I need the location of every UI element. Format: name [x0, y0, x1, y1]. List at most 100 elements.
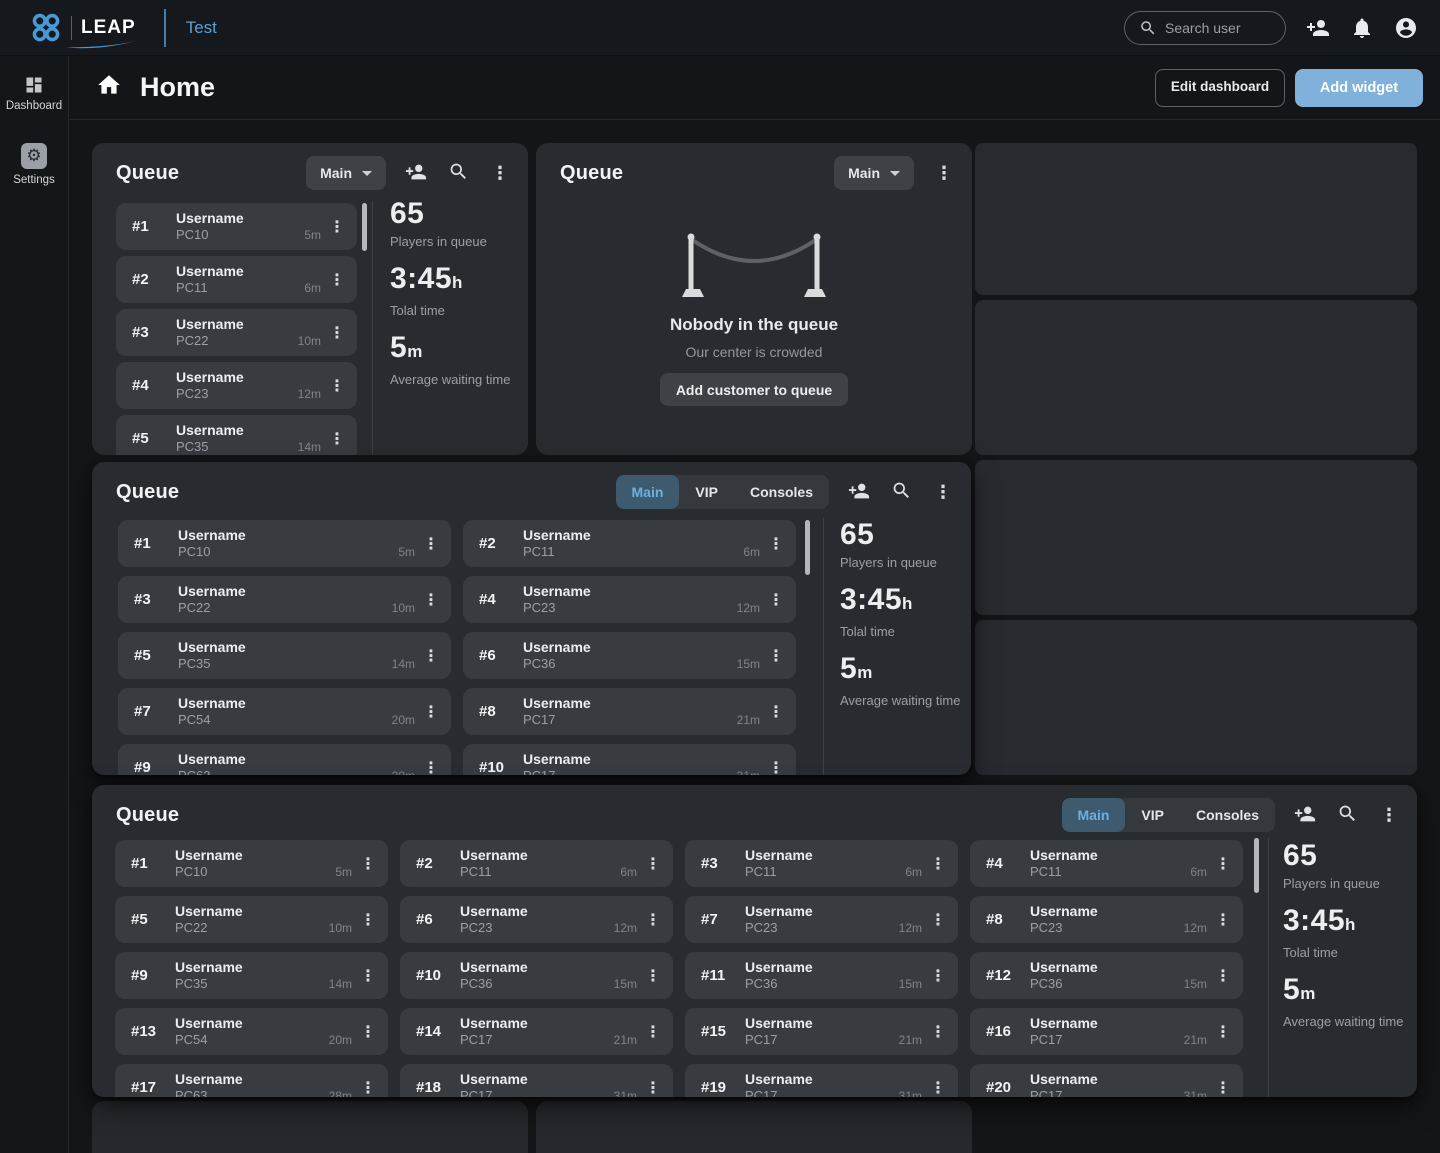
queue-item[interactable]: #9UsernamePC6328m⋮ [118, 744, 451, 775]
add-widget-button[interactable]: Add widget [1295, 69, 1423, 107]
add-user-button[interactable] [1306, 16, 1330, 40]
add-customer-button[interactable] [847, 480, 871, 504]
kebab-icon[interactable]: ⋮ [643, 966, 663, 985]
queue-item[interactable]: #1UsernamePC105m⋮ [115, 840, 388, 887]
sidebar-item-settings[interactable]: ⚙ Settings [0, 143, 68, 186]
brand-logo[interactable]: LEAP [30, 0, 136, 56]
queue-item[interactable]: #7UsernamePC2312m⋮ [685, 896, 958, 943]
widget-menu-button[interactable]: ⋮ [931, 480, 955, 504]
kebab-icon[interactable]: ⋮ [643, 1078, 663, 1097]
queue-item[interactable]: #5UsernamePC2210m⋮ [115, 896, 388, 943]
kebab-icon[interactable]: ⋮ [421, 758, 441, 775]
user-search[interactable] [1124, 11, 1286, 45]
kebab-icon[interactable]: ⋮ [766, 702, 786, 721]
queue-item[interactable]: #17UsernamePC6328m⋮ [115, 1064, 388, 1097]
kebab-icon[interactable]: ⋮ [928, 1022, 948, 1041]
kebab-icon[interactable]: ⋮ [327, 323, 347, 342]
kebab-icon[interactable]: ⋮ [327, 429, 347, 448]
kebab-icon[interactable]: ⋮ [421, 590, 441, 609]
kebab-icon[interactable]: ⋮ [421, 646, 441, 665]
queue-item[interactable]: #10UsernamePC1731m⋮ [463, 744, 796, 775]
sidebar-item-dashboard[interactable]: Dashboard [0, 75, 68, 112]
queue-item[interactable]: #18UsernamePC1731m⋮ [400, 1064, 673, 1097]
queue-item[interactable]: #13UsernamePC5420m⋮ [115, 1008, 388, 1055]
tab-vip[interactable]: VIP [1125, 798, 1180, 832]
kebab-icon[interactable]: ⋮ [643, 854, 663, 873]
list-scrollbar[interactable] [805, 520, 810, 575]
account-button[interactable] [1394, 16, 1418, 40]
edit-dashboard-button[interactable]: Edit dashboard [1155, 69, 1285, 107]
kebab-icon[interactable]: ⋮ [766, 646, 786, 665]
kebab-icon[interactable]: ⋮ [643, 910, 663, 929]
kebab-icon[interactable]: ⋮ [327, 376, 347, 395]
widget-menu-button[interactable]: ⋮ [932, 161, 956, 185]
queue-item[interactable]: #15UsernamePC1721m⋮ [685, 1008, 958, 1055]
add-customer-button[interactable] [404, 161, 428, 185]
kebab-icon[interactable]: ⋮ [928, 1078, 948, 1097]
queue-item[interactable]: #19UsernamePC1731m⋮ [685, 1064, 958, 1097]
kebab-icon[interactable]: ⋮ [327, 270, 347, 289]
queue-item[interactable]: #16UsernamePC1721m⋮ [970, 1008, 1243, 1055]
kebab-icon[interactable]: ⋮ [1213, 966, 1233, 985]
queue-item[interactable]: #20UsernamePC1731m⋮ [970, 1064, 1243, 1097]
kebab-icon[interactable]: ⋮ [766, 590, 786, 609]
add-customer-to-queue-button[interactable]: Add customer to queue [660, 373, 848, 406]
tab-main[interactable]: Main [616, 475, 680, 509]
kebab-icon[interactable]: ⋮ [358, 1022, 378, 1041]
kebab-icon[interactable]: ⋮ [358, 854, 378, 873]
list-scrollbar[interactable] [362, 203, 367, 251]
kebab-icon[interactable]: ⋮ [1213, 1022, 1233, 1041]
search-input[interactable] [1165, 20, 1265, 36]
queue-item[interactable]: #8UsernamePC2312m⋮ [970, 896, 1243, 943]
queue-item[interactable]: #14UsernamePC1721m⋮ [400, 1008, 673, 1055]
kebab-icon[interactable]: ⋮ [327, 217, 347, 236]
search-queue-button[interactable] [446, 161, 470, 185]
tab-consoles[interactable]: Consoles [734, 475, 829, 509]
kebab-icon[interactable]: ⋮ [421, 702, 441, 721]
queue-item[interactable]: #1UsernamePC105m⋮ [116, 203, 357, 250]
queue-item[interactable]: #3UsernamePC2210m⋮ [116, 309, 357, 356]
queue-item[interactable]: #3UsernamePC2210m⋮ [118, 576, 451, 623]
tab-main[interactable]: Main [1062, 798, 1126, 832]
queue-item[interactable]: #4UsernamePC2312m⋮ [116, 362, 357, 409]
kebab-icon[interactable]: ⋮ [928, 910, 948, 929]
queue-item[interactable]: #8UsernamePC1721m⋮ [463, 688, 796, 735]
kebab-icon[interactable]: ⋮ [928, 854, 948, 873]
kebab-icon[interactable]: ⋮ [1213, 1078, 1233, 1097]
queue-item[interactable]: #1UsernamePC105m⋮ [118, 520, 451, 567]
queue-filter-dropdown[interactable]: Main [834, 156, 914, 190]
queue-item[interactable]: #6UsernamePC2312m⋮ [400, 896, 673, 943]
kebab-icon[interactable]: ⋮ [928, 966, 948, 985]
queue-item[interactable]: #11UsernamePC3615m⋮ [685, 952, 958, 999]
kebab-icon[interactable]: ⋮ [766, 534, 786, 553]
widget-menu-button[interactable]: ⋮ [488, 161, 512, 185]
tab-consoles[interactable]: Consoles [1180, 798, 1275, 832]
queue-item[interactable]: #2UsernamePC116m⋮ [400, 840, 673, 887]
search-queue-button[interactable] [1335, 803, 1359, 827]
kebab-icon[interactable]: ⋮ [643, 1022, 663, 1041]
notifications-button[interactable] [1350, 16, 1374, 40]
kebab-icon[interactable]: ⋮ [421, 534, 441, 553]
queue-item[interactable]: #2UsernamePC116m⋮ [463, 520, 796, 567]
tab-vip[interactable]: VIP [679, 475, 734, 509]
kebab-icon[interactable]: ⋮ [1213, 854, 1233, 873]
queue-filter-dropdown[interactable]: Main [306, 156, 386, 190]
add-customer-button[interactable] [1293, 803, 1317, 827]
list-scrollbar[interactable] [1254, 838, 1259, 893]
queue-item[interactable]: #3UsernamePC116m⋮ [685, 840, 958, 887]
queue-item[interactable]: #6UsernamePC3615m⋮ [463, 632, 796, 679]
kebab-icon[interactable]: ⋮ [358, 1078, 378, 1097]
queue-item[interactable]: #12UsernamePC3615m⋮ [970, 952, 1243, 999]
queue-item[interactable]: #4UsernamePC2312m⋮ [463, 576, 796, 623]
kebab-icon[interactable]: ⋮ [766, 758, 786, 775]
queue-item[interactable]: #9UsernamePC3514m⋮ [115, 952, 388, 999]
queue-item[interactable]: #2UsernamePC116m⋮ [116, 256, 357, 303]
search-queue-button[interactable] [889, 480, 913, 504]
queue-item[interactable]: #5UsernamePC3514m⋮ [116, 415, 357, 455]
queue-item[interactable]: #5UsernamePC3514m⋮ [118, 632, 451, 679]
kebab-icon[interactable]: ⋮ [1213, 910, 1233, 929]
queue-item[interactable]: #10UsernamePC3615m⋮ [400, 952, 673, 999]
queue-item[interactable]: #7UsernamePC5420m⋮ [118, 688, 451, 735]
kebab-icon[interactable]: ⋮ [358, 966, 378, 985]
widget-menu-button[interactable]: ⋮ [1377, 803, 1401, 827]
